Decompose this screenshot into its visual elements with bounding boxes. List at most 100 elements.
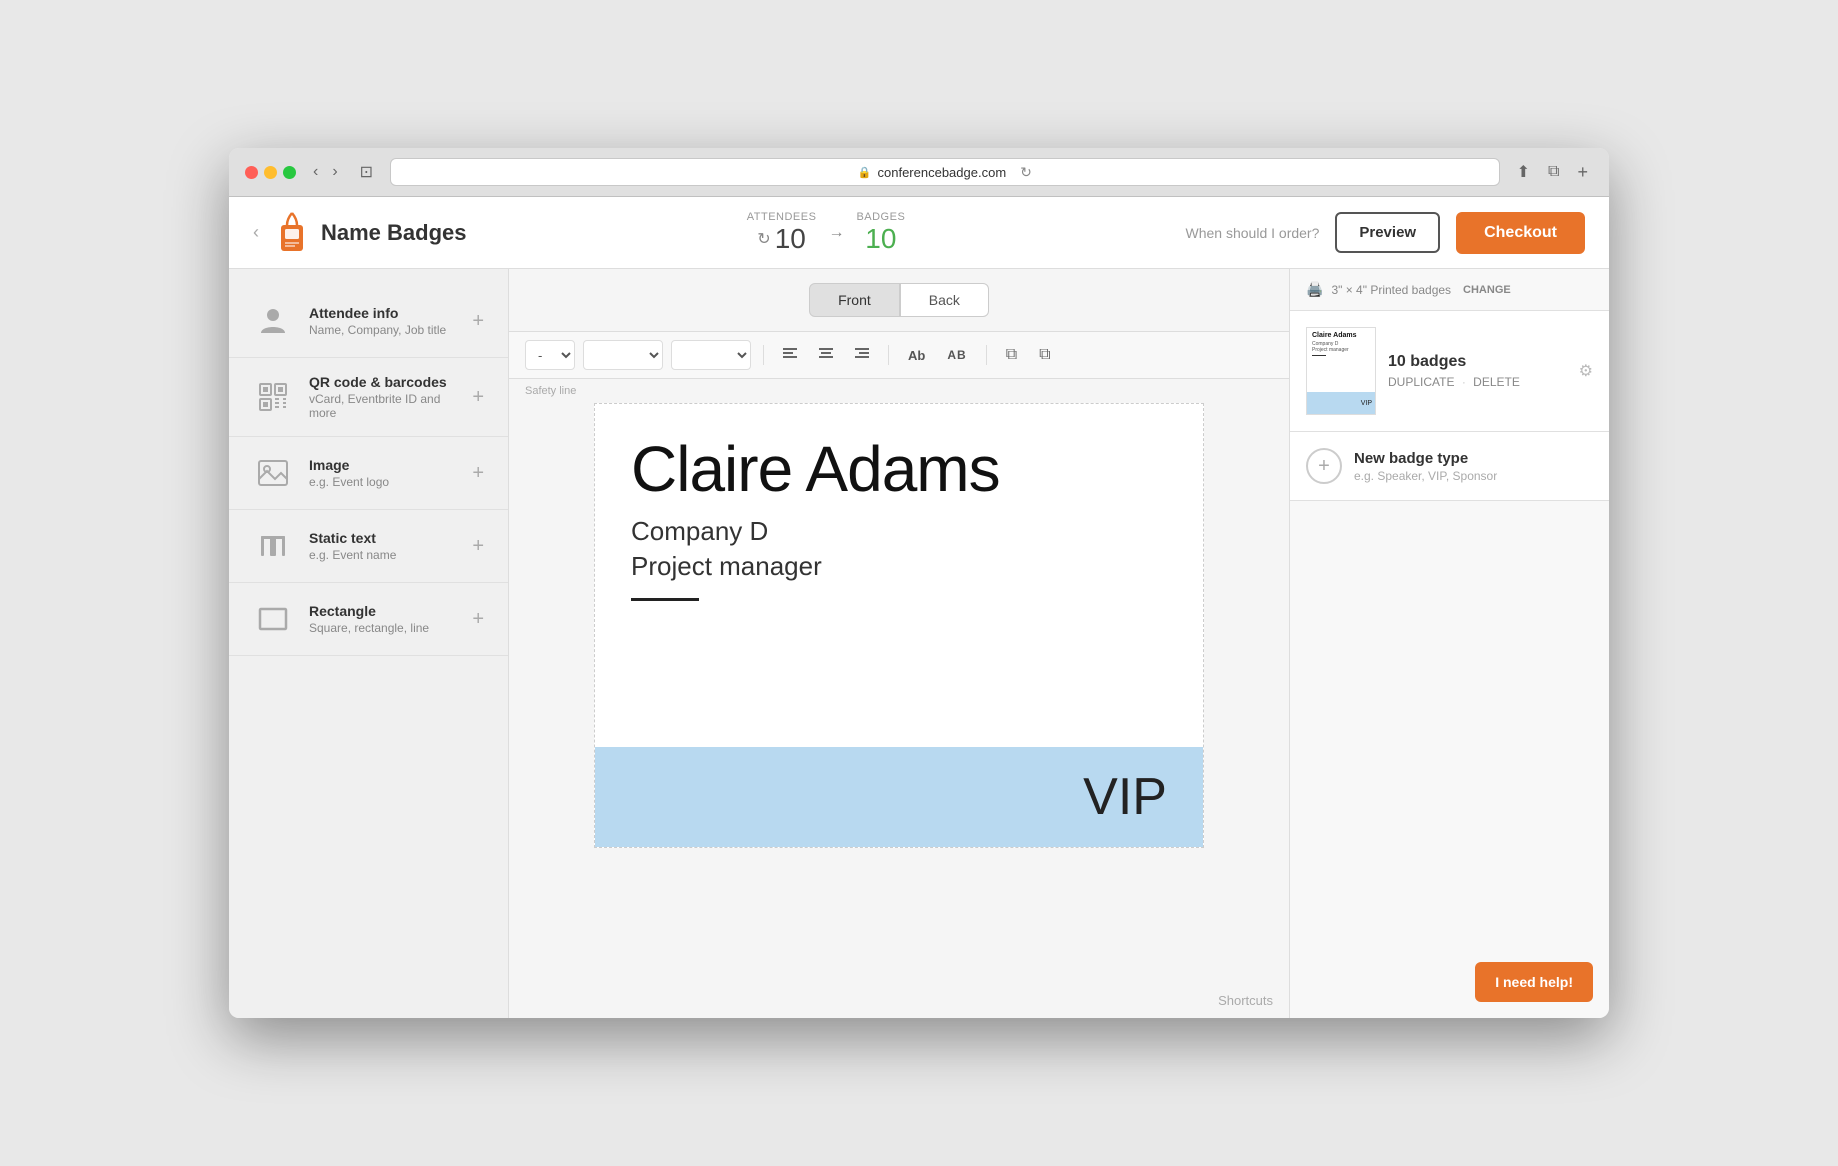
close-traffic-light[interactable]: [245, 166, 258, 179]
align-center-button[interactable]: [812, 340, 840, 370]
attendees-value: ↻ 10: [757, 223, 806, 255]
badges-number: 10: [865, 223, 896, 255]
duplicate-tab-button[interactable]: ⧉: [1543, 160, 1564, 185]
attendee-add-icon[interactable]: +: [472, 310, 484, 333]
badge-company: Company D: [631, 516, 1167, 547]
thumb-role: Project manager: [1312, 347, 1370, 353]
canvas-tabs: Front Back: [509, 269, 1289, 331]
right-sidebar: 🖨️ 3" × 4" Printed badges CHANGE Claire …: [1289, 269, 1609, 1018]
sidebar-item-image[interactable]: Image e.g. Event logo +: [229, 437, 508, 510]
change-link[interactable]: CHANGE: [1463, 284, 1511, 296]
url-text: conferencebadge.com: [878, 165, 1007, 180]
badge-card-actions: DUPLICATE · DELETE: [1388, 375, 1567, 389]
arrow-icon: →: [828, 224, 844, 242]
safety-line-label: Safety line: [509, 379, 1289, 403]
sidebar-item-rectangle[interactable]: Rectangle Square, rectangle, line +: [229, 583, 508, 656]
badge-type-card[interactable]: Claire Adams Company D Project manager V…: [1290, 311, 1609, 432]
new-badge-title: New badge type: [1354, 450, 1497, 467]
attendees-label: ATTENDEES: [747, 211, 817, 223]
printer-icon: 🖨️: [1306, 281, 1323, 298]
maximize-traffic-light[interactable]: [283, 166, 296, 179]
sidebar-toggle-button[interactable]: ⊡: [355, 160, 378, 184]
badge-vip-area: VIP: [595, 747, 1203, 847]
tab-back[interactable]: Back: [900, 283, 989, 317]
refresh-icon: ↻: [757, 229, 770, 249]
badge-vip-text: VIP: [1083, 767, 1167, 827]
left-sidebar: Attendee info Name, Company, Job title +: [229, 269, 509, 1018]
forward-button[interactable]: ›: [327, 161, 342, 183]
rectangle-icon: [253, 599, 293, 639]
rectangle-title: Rectangle: [309, 603, 456, 619]
badge-canvas[interactable]: Claire Adams Company D Project manager V…: [594, 403, 1204, 848]
lock-icon: 🔒: [858, 166, 872, 179]
minimize-traffic-light[interactable]: [264, 166, 277, 179]
qr-add-icon[interactable]: +: [472, 386, 484, 409]
image-subtitle: e.g. Event logo: [309, 475, 456, 489]
new-badge-info: New badge type e.g. Speaker, VIP, Sponso…: [1354, 450, 1497, 483]
badge-decorative-line: [631, 598, 699, 601]
static-text-text: Static text e.g. Event name: [309, 530, 456, 562]
share-button[interactable]: ⬆: [1512, 160, 1535, 185]
qr-title: QR code & barcodes: [309, 374, 456, 390]
logo-area: ‹ Name Badges: [253, 211, 467, 255]
canvas-toolbar: - Ab AB: [509, 331, 1289, 379]
static-text-title: Static text: [309, 530, 456, 546]
align-left-button[interactable]: [776, 340, 804, 370]
badges-stat: BADGES 10: [856, 211, 905, 255]
app-title: Name Badges: [321, 220, 467, 246]
sidebar-item-static-text[interactable]: Static text e.g. Event name +: [229, 510, 508, 583]
tab-front[interactable]: Front: [809, 283, 900, 317]
sidebar-toggle-icon[interactable]: ‹: [253, 222, 259, 243]
copy-button[interactable]: ⧉: [999, 340, 1024, 370]
attendee-title: Attendee info: [309, 305, 456, 321]
shortcuts-bar: Shortcuts: [509, 983, 1289, 1018]
logo-icon: [273, 211, 311, 255]
toolbar-divider-3: [986, 345, 987, 365]
add-tab-button[interactable]: +: [1572, 160, 1593, 185]
new-badge-card[interactable]: + New badge type e.g. Speaker, VIP, Spon…: [1290, 432, 1609, 501]
badge-role: Project manager: [631, 551, 1167, 582]
rectangle-subtitle: Square, rectangle, line: [309, 621, 456, 635]
reload-icon[interactable]: ↻: [1020, 164, 1032, 181]
qr-subtitle: vCard, Eventbrite ID and more: [309, 392, 456, 420]
preview-button[interactable]: Preview: [1335, 212, 1440, 253]
shortcuts-label: Shortcuts: [1218, 993, 1273, 1008]
badge-canvas-wrapper[interactable]: Claire Adams Company D Project manager V…: [509, 403, 1289, 983]
toolbar-divider-1: [763, 345, 764, 365]
qr-text: QR code & barcodes vCard, Eventbrite ID …: [309, 374, 456, 420]
format-ab1-button[interactable]: Ab: [901, 340, 932, 370]
checkout-button[interactable]: Checkout: [1456, 212, 1585, 254]
image-add-icon[interactable]: +: [472, 462, 484, 485]
image-title: Image: [309, 457, 456, 473]
thumb-vip-label: VIP: [1361, 400, 1372, 407]
gear-icon[interactable]: ⚙: [1579, 361, 1593, 381]
duplicate-link[interactable]: DUPLICATE: [1388, 375, 1454, 389]
format-select[interactable]: [671, 340, 751, 370]
rectangle-add-icon[interactable]: +: [472, 608, 484, 631]
back-button[interactable]: ‹: [308, 161, 323, 183]
sidebar-item-attendee-info[interactable]: Attendee info Name, Company, Job title +: [229, 285, 508, 358]
new-badge-plus-icon: +: [1306, 448, 1342, 484]
attendees-stat: ATTENDEES ↻ 10: [747, 211, 817, 255]
badge-card-title: 10 badges: [1388, 353, 1567, 371]
sidebar-item-qr-code[interactable]: QR code & barcodes vCard, Eventbrite ID …: [229, 358, 508, 437]
paste-button[interactable]: ⧉: [1032, 340, 1057, 370]
image-icon: [253, 453, 293, 493]
browser-chrome: ‹ › ⊡ 🔒 conferencebadge.com ↻ ⬆ ⧉ +: [229, 148, 1609, 197]
order-question: When should I order?: [1186, 225, 1320, 241]
badge-content: Claire Adams Company D Project manager: [595, 404, 1203, 631]
help-button[interactable]: I need help!: [1475, 962, 1593, 1002]
delete-link[interactable]: DELETE: [1473, 375, 1520, 389]
format-ab2-button[interactable]: AB: [940, 340, 973, 370]
address-bar[interactable]: 🔒 conferencebadge.com ↻: [390, 158, 1500, 186]
font-size-select[interactable]: -: [525, 340, 575, 370]
attendee-text: Attendee info Name, Company, Job title: [309, 305, 456, 337]
new-badge-subtitle: e.g. Speaker, VIP, Sponsor: [1354, 469, 1497, 483]
text-icon: [253, 526, 293, 566]
static-text-add-icon[interactable]: +: [472, 535, 484, 558]
align-right-button[interactable]: [848, 340, 876, 370]
canvas-area: Front Back -: [509, 269, 1289, 1018]
font-family-select[interactable]: [583, 340, 663, 370]
right-sidebar-footer: I need help!: [1290, 501, 1609, 1018]
toolbar-divider-2: [888, 345, 889, 365]
